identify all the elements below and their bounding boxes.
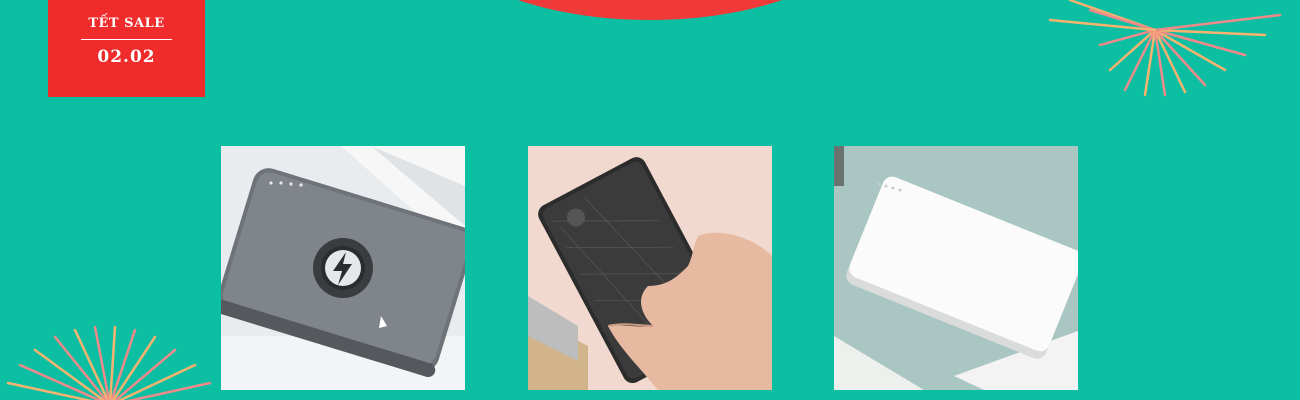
fabric-power-bank-in-hand-image — [528, 146, 772, 390]
product-card-white-power-bank[interactable] — [834, 146, 1078, 390]
firework-bottom-left-icon — [6, 325, 212, 400]
sale-badge: TẾT SALE 02.02 — [48, 0, 205, 97]
product-card-fabric-power-bank[interactable] — [528, 146, 772, 390]
sale-badge-divider — [81, 39, 172, 40]
product-card-wireless-power-bank[interactable] — [221, 146, 465, 390]
white-power-bank-image — [834, 146, 1078, 390]
sale-badge-title: TẾT SALE — [88, 16, 165, 31]
top-banner-arc — [430, 0, 870, 20]
sale-badge-date: 02.02 — [97, 47, 156, 67]
wireless-charging-power-bank-image — [221, 146, 465, 390]
firework-top-right-icon — [1048, 0, 1282, 97]
